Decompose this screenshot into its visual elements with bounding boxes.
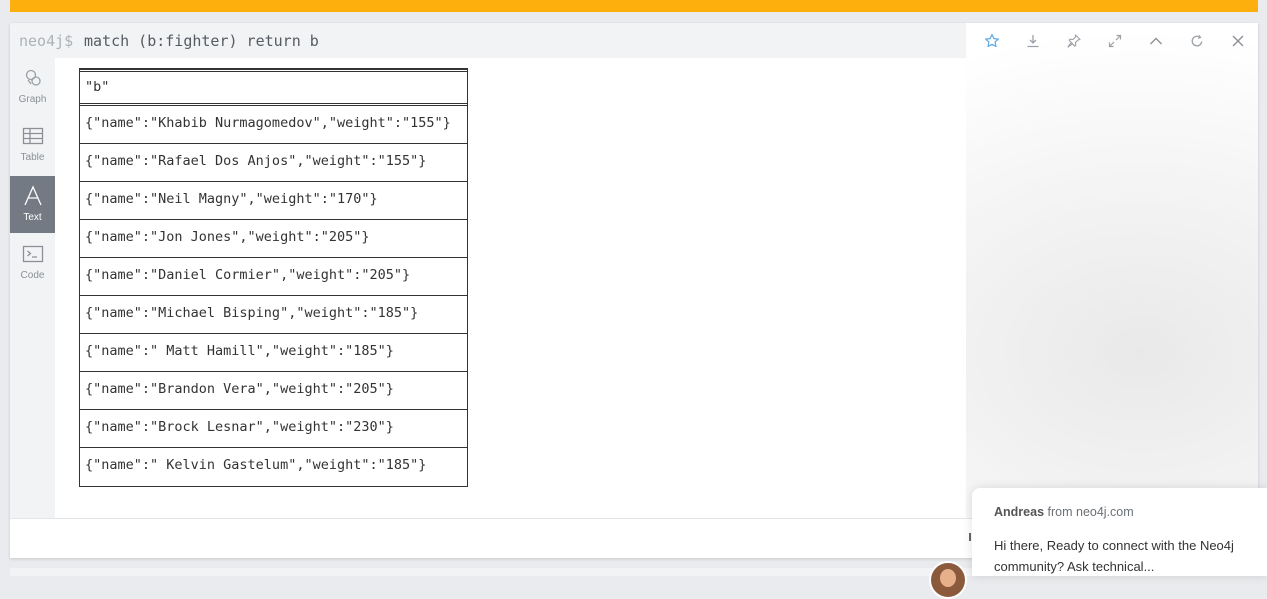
- close-icon[interactable]: [1227, 30, 1249, 52]
- cypher-prompt: neo4j$: [19, 32, 74, 50]
- chat-sender-line: Andreas from neo4j.com: [994, 505, 1134, 519]
- text-icon: [10, 184, 55, 208]
- refresh-icon[interactable]: [1186, 30, 1208, 52]
- row-value: {"name":"Jon Jones","weight":"205"}: [85, 229, 370, 245]
- table-row: {"name":"Daniel Cormier","weight":"205"}: [80, 258, 467, 296]
- query-editor-bar[interactable]: neo4j$ match (b:fighter) return b: [10, 23, 966, 58]
- table-row: {"name":" Kelvin Gastelum","weight":"185…: [80, 448, 467, 486]
- result-column-header: "b": [80, 69, 467, 106]
- pin-icon[interactable]: [1063, 30, 1085, 52]
- table-row: {"name":"Jon Jones","weight":"205"}: [80, 220, 467, 258]
- table-row: {"name":" Matt Hamill","weight":"185"}: [80, 334, 467, 372]
- chat-sender-name: Andreas: [994, 505, 1045, 519]
- row-value: {"name":"Brock Lesnar","weight":"230"}: [85, 419, 394, 435]
- column-header-b: "b": [85, 79, 110, 95]
- table-icon: [10, 124, 55, 148]
- chat-message: Hi there, Ready to connect with the Neo4…: [994, 538, 1234, 574]
- avatar-face: [940, 569, 956, 587]
- expand-icon[interactable]: [1104, 30, 1126, 52]
- row-value: {"name":"Rafael Dos Anjos","weight":"155…: [85, 153, 427, 169]
- view-tab-table[interactable]: Table: [10, 116, 55, 173]
- collapse-icon[interactable]: [1145, 30, 1167, 52]
- view-switcher: Graph Table Text Code: [10, 58, 55, 518]
- row-value: {"name":" Kelvin Gastelum","weight":"185…: [85, 457, 427, 473]
- star-icon[interactable]: [981, 30, 1003, 52]
- row-value: {"name":"Michael Bisping","weight":"185"…: [85, 305, 419, 321]
- view-tab-label: Code: [20, 270, 45, 281]
- table-row: {"name":"Rafael Dos Anjos","weight":"155…: [80, 144, 467, 182]
- chat-popup[interactable]: Andreas from neo4j.com Hi there, Ready t…: [972, 488, 1267, 576]
- row-value: {"name":"Neil Magny","weight":"170"}: [85, 191, 378, 207]
- view-tab-code[interactable]: Code: [10, 234, 55, 291]
- top-accent-bar: [10, 0, 1258, 12]
- view-tab-label: Table: [20, 152, 45, 163]
- table-row: {"name":"Brandon Vera","weight":"205"}: [80, 372, 467, 410]
- chat-avatar[interactable]: [929, 561, 967, 599]
- view-tab-graph[interactable]: Graph: [10, 58, 55, 115]
- row-value: {"name":"Daniel Cormier","weight":"205"}: [85, 267, 411, 283]
- view-tab-label: Text: [23, 212, 42, 223]
- code-icon: [10, 242, 55, 266]
- table-row: {"name":"Michael Bisping","weight":"185"…: [80, 296, 467, 334]
- download-icon[interactable]: [1022, 30, 1044, 52]
- frame-actions: [966, 23, 1258, 58]
- chat-sender-source: from neo4j.com: [1047, 505, 1134, 519]
- graph-icon: [10, 66, 55, 90]
- table-row: {"name":"Brock Lesnar","weight":"230"}: [80, 410, 467, 448]
- table-row: {"name":"Neil Magny","weight":"170"}: [80, 182, 467, 220]
- table-row: {"name":"Khabib Nurmagomedov","weight":"…: [80, 106, 467, 144]
- row-value: {"name":"Brandon Vera","weight":"205"}: [85, 381, 394, 397]
- footer-marker: [969, 533, 971, 541]
- row-value: {"name":" Matt Hamill","weight":"185"}: [85, 343, 394, 359]
- row-value: {"name":"Khabib Nurmagomedov","weight":"…: [85, 115, 451, 131]
- query-text[interactable]: match (b:fighter) return b: [84, 32, 319, 50]
- view-tab-text[interactable]: Text: [10, 176, 55, 233]
- result-frame: neo4j$ match (b:fighter) return b Graph …: [10, 23, 1258, 558]
- view-tab-label: Graph: [18, 94, 47, 105]
- text-result-table: "b" {"name":"Khabib Nurmagomedov","weigh…: [79, 68, 468, 487]
